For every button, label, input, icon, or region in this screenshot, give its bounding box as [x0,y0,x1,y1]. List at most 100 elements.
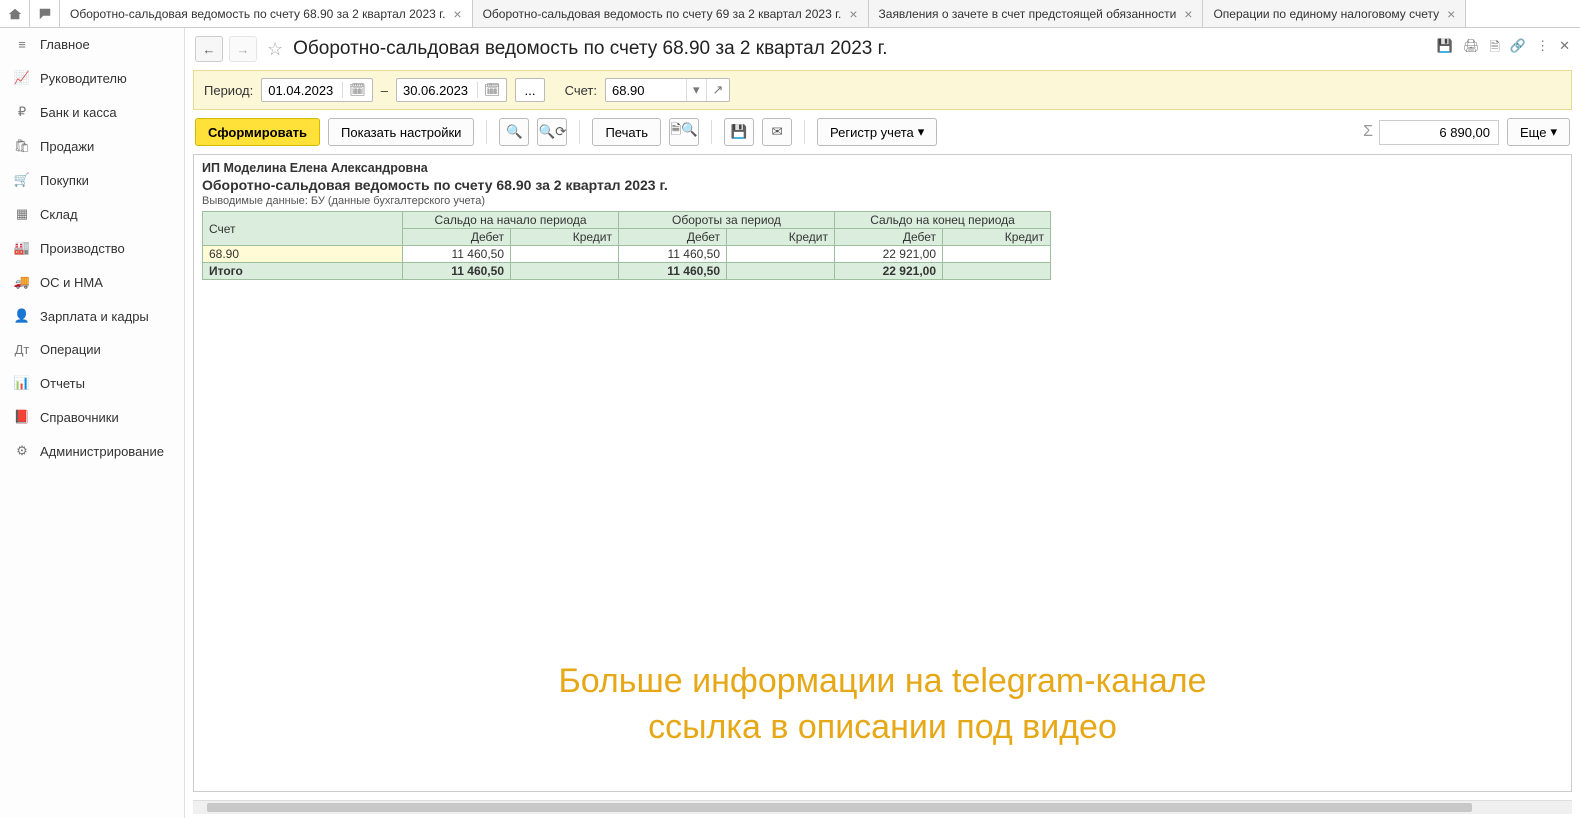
save-disk-icon[interactable]: 💾 [724,118,754,146]
cell-end-credit[interactable] [943,246,1051,263]
sidebar-item-label: Администрирование [40,444,164,459]
date-from-field[interactable]: 🗓 [261,78,373,102]
close-icon[interactable]: × [849,6,857,22]
chevron-down-icon[interactable]: ▾ [686,79,706,101]
cell-start-debit[interactable]: 11 460,50 [403,246,511,263]
horizontal-scrollbar[interactable] [193,800,1572,814]
sidebar-item-label: Продажи [40,139,94,154]
tab-label: Оборотно-сальдовая ведомость по счету 69… [483,7,842,21]
sidebar-item-label: Зарплата и кадры [40,309,149,324]
date-from-input[interactable] [262,80,342,101]
tab-3[interactable]: Операции по единому налоговому счету × [1203,0,1466,27]
tab-2[interactable]: Заявления о зачете в счет предстоящей об… [869,0,1204,27]
calendar-icon[interactable]: 🗓 [342,82,372,98]
sidebar-item-operations[interactable]: Дт Операции [0,333,184,366]
sidebar-item-admin[interactable]: ⚙Администрирование [0,434,184,468]
account-label: Счет: [565,83,597,98]
sidebar-item-label: Банк и касса [40,105,117,120]
sidebar-item-reports[interactable]: 📊Отчеты [0,366,184,400]
page-title: Оборотно-сальдовая ведомость по счету 68… [293,38,1431,60]
tab-0[interactable]: Оборотно-сальдовая ведомость по счету 68… [60,0,473,27]
sidebar-item-warehouse[interactable]: ▦Склад [0,197,184,231]
account-field[interactable]: ▾ ↗ [605,78,730,102]
document-icon[interactable]: 🗎 [1489,38,1499,60]
sidebar-item-main[interactable]: ≡ Главное [0,28,184,61]
close-icon[interactable]: × [1184,6,1192,22]
chevron-down-icon: ▾ [918,124,925,140]
sum-field[interactable] [1379,120,1499,145]
cell-total-turn-credit [727,263,835,280]
cell-total-start-debit: 11 460,50 [403,263,511,280]
sidebar-item-production[interactable]: 🏭Производство [0,231,184,265]
search-icon[interactable]: 🔍 [499,118,529,146]
chevron-down-icon: ▾ [1550,124,1557,140]
sidebar-item-hr-icon: 👤 [12,308,32,324]
cell-account[interactable]: 68.90 [203,246,403,263]
sidebar-item-sales-icon: 🛍 [12,138,32,154]
col-credit: Кредит [511,229,619,246]
col-credit: Кредит [727,229,835,246]
save-icon[interactable]: 💾 [1437,38,1453,60]
sidebar-item-assets[interactable]: 🚚ОС и НМА [0,265,184,299]
account-input[interactable] [606,80,686,101]
tab-label: Оборотно-сальдовая ведомость по счету 68… [70,7,445,21]
close-icon[interactable]: ✕ [1559,38,1570,60]
print-icon[interactable]: 🖨 [1463,38,1480,60]
date-to-input[interactable] [397,80,477,101]
sidebar-item-catalogs-icon: 📕 [12,409,32,425]
link-icon[interactable]: 🔗 [1510,38,1526,60]
tab-label: Операции по единому налоговому счету [1213,7,1439,21]
sidebar-item-warehouse-icon: ▦ [12,206,32,222]
open-icon[interactable]: ↗ [706,79,730,101]
table-row[interactable]: 68.9011 460,5011 460,5022 921,00 [203,246,1051,263]
register-button[interactable]: Регистр учета ▾ [817,118,937,146]
calendar-icon[interactable]: 🗓 [477,82,507,98]
sidebar-item-manager[interactable]: 📈Руководителю [0,61,184,95]
sidebar-item-assets-icon: 🚚 [12,274,32,290]
show-settings-button[interactable]: Показать настройки [328,118,474,146]
sidebar-item-bank[interactable]: ₽Банк и касса [0,95,184,129]
sidebar-item-manager-icon: 📈 [12,70,32,86]
date-to-field[interactable]: 🗓 [396,78,508,102]
org-name: ИП Моделина Елена Александровна [202,161,1563,175]
cell-total-label: Итого [203,263,403,280]
home-icon[interactable] [0,0,30,27]
report-subtitle: Выводимые данные: БУ (данные бухгалтерск… [202,195,1563,207]
col-turns: Обороты за период [619,212,835,229]
cell-total-turn-debit: 11 460,50 [619,263,727,280]
sidebar-item-label: Операции [40,342,101,357]
sidebar-item-hr[interactable]: 👤 Зарплата и кадры [0,299,184,333]
more-button[interactable]: Еще ▾ [1507,118,1570,146]
cell-end-debit[interactable]: 22 921,00 [835,246,943,263]
sidebar-item-sales[interactable]: 🛍 Продажи [0,129,184,163]
close-icon[interactable]: × [1447,6,1455,22]
sidebar-item-catalogs[interactable]: 📕 Справочники [0,400,184,434]
kebab-icon[interactable]: ⋮ [1536,38,1549,60]
close-icon[interactable]: × [453,6,461,22]
sidebar-item-operations-icon: Дт [12,342,32,357]
forward-button[interactable]: → [229,36,257,62]
back-button[interactable]: ← [195,36,223,62]
search-refresh-icon[interactable]: 🔍⟳ [537,118,567,146]
sidebar-item-main-icon: ≡ [12,37,32,52]
dash-label: – [381,83,388,98]
print-button[interactable]: Печать [592,118,661,146]
report-title: Оборотно-сальдовая ведомость по счету 68… [202,177,1563,193]
period-label: Период: [204,83,253,98]
generate-button[interactable]: Сформировать [195,118,320,146]
chat-icon[interactable] [30,0,60,27]
email-icon[interactable]: ✉ [762,118,792,146]
cell-start-credit[interactable] [511,246,619,263]
sidebar-item-label: Главное [40,37,90,52]
report-table: Счет Сальдо на начало периода Обороты за… [202,211,1051,280]
sidebar-item-purchases[interactable]: 🛒Покупки [0,163,184,197]
cell-turn-credit[interactable] [727,246,835,263]
period-select-button[interactable]: ... [515,78,544,102]
cell-total-end-debit: 22 921,00 [835,263,943,280]
tab-1[interactable]: Оборотно-сальдовая ведомость по счету 69… [473,0,869,27]
tab-label: Заявления о зачете в счет предстоящей об… [879,7,1177,21]
sidebar-item-label: Справочники [40,410,119,425]
favorite-icon[interactable]: ☆ [263,39,287,60]
cell-turn-debit[interactable]: 11 460,50 [619,246,727,263]
print-preview-icon[interactable]: 🗎🔍 [669,118,699,146]
